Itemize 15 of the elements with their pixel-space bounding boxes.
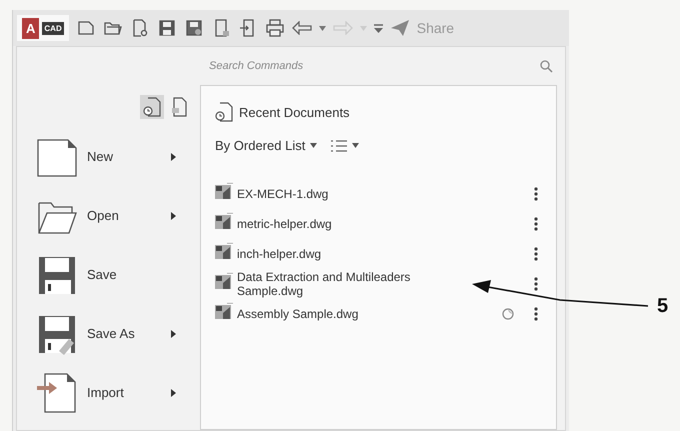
recent-file-link[interactable]: inch-helper.dwg <box>237 247 514 261</box>
sort-dropdown[interactable]: By Ordered List <box>215 138 318 153</box>
menu-item[interactable]: Import <box>87 385 161 400</box>
menu-item[interactable]: Save <box>87 267 161 282</box>
search-field[interactable]: Search Commands <box>207 59 411 73</box>
recent-file-link[interactable]: EX-MECH-1.dwg <box>237 187 514 201</box>
recent-file-link[interactable]: Assembly Sample.dwg <box>237 307 498 321</box>
section-title: Recent Documents <box>239 104 350 120</box>
recent-file-link[interactable]: metric-helper.dwg <box>237 217 514 231</box>
menu-item[interactable]: Open <box>87 208 161 223</box>
callout-number: 5 <box>657 295 668 318</box>
menu-item[interactable]: New <box>87 149 161 164</box>
menu-item[interactable]: Save As <box>87 326 161 341</box>
app-logo[interactable]: A CAD <box>17 15 69 41</box>
recent-file-link[interactable]: Data Extraction and Multileaders Sample.dwg <box>237 270 514 298</box>
